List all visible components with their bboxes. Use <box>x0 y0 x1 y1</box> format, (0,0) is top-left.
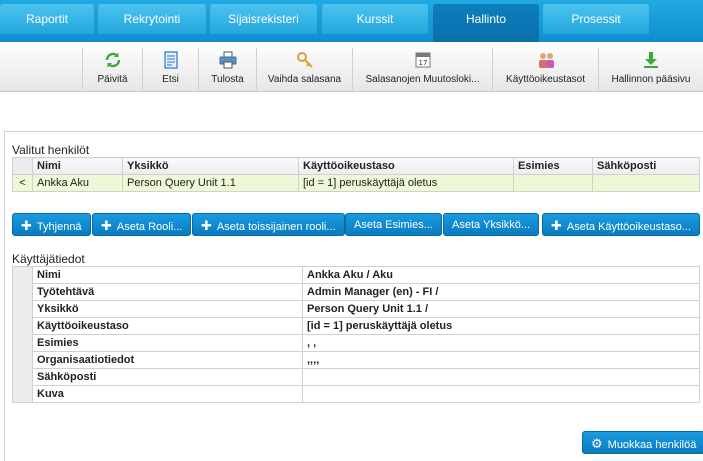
set-access-level-button[interactable]: ✚ Aseta Käyttöoikeustaso... <box>542 213 701 236</box>
password-change-log-button[interactable]: 17 Salasanojen Muutosloki... <box>352 48 492 90</box>
document-search-icon <box>163 51 178 69</box>
user-info-row: Yksikkö Person Query Unit 1.1 / <box>13 300 700 318</box>
column-header[interactable]: Nimi <box>32 157 123 175</box>
table-cell: [id = 1] peruskäyttäjä oletus <box>298 174 514 192</box>
user-info-row: Sähköposti <box>13 368 700 386</box>
user-info-title: Käyttäjätiedot <box>12 252 85 266</box>
table-cell <box>592 174 700 192</box>
user-info-table: Nimi Ankka Aku / Aku Työtehtävä Admin Mana… <box>12 266 700 403</box>
selected-persons-table: Nimi Yksikkö Käyttöoikeustaso Esimies Sä… <box>12 157 700 192</box>
gear-icon: ⚙ <box>591 436 603 451</box>
set-unit-button[interactable]: Aseta Yksikkö... <box>443 213 540 236</box>
selected-persons-title: Valitut henkilöt <box>12 143 90 157</box>
plus-icon: ✚ <box>551 218 562 233</box>
set-role-button[interactable]: ✚ Aseta Rooli... <box>92 213 192 236</box>
user-info-row: Organisaatiotiedot,,,, <box>13 351 700 369</box>
key-icon <box>296 52 313 68</box>
column-header[interactable]: Esimies <box>513 157 593 175</box>
column-header[interactable]: Yksikkö <box>122 157 299 175</box>
admin-home-label: Hallinnon pääsivu <box>611 74 691 85</box>
toolbar: Päivitä Etsi Tulosta Vaihda salasana 17 … <box>0 42 703 92</box>
user-info-row: Nimi Ankka Aku / Aku <box>12 266 700 403</box>
refresh-icon <box>105 52 120 68</box>
main-tab-bar: Raportit Rekrytointi Sijaisrekisteri Kur… <box>0 0 703 42</box>
edit-person-button[interactable]: ⚙ Muokkaa henkilöä <box>582 431 703 454</box>
download-icon <box>644 52 658 68</box>
tab-rekrytointi[interactable]: Rekrytointi <box>98 4 206 34</box>
tab-prosessit[interactable]: Prosessit <box>543 4 649 34</box>
column-header[interactable]: Sähköposti <box>592 157 700 175</box>
user-info-row: Esimies, , <box>13 334 700 352</box>
tab-kurssit[interactable]: Kurssit <box>322 4 428 34</box>
table-header-row: Nimi Yksikkö Käyttöoikeustaso Esimies Sä… <box>12 157 700 175</box>
table-row[interactable]: < Ankka Aku Person Query Unit 1.1 [id = … <box>12 174 700 192</box>
refresh-label: Päivitä <box>97 74 128 85</box>
table-cell: Ankka Aku <box>32 174 123 192</box>
user-info-row: Käyttöoikeustaso [id = 1] peruskäyttäjä o… <box>13 317 700 335</box>
print-label: Tulosta <box>211 74 244 85</box>
table-cell <box>513 174 593 192</box>
plus-icon: ✚ <box>101 218 112 233</box>
printer-icon <box>219 51 236 69</box>
refresh-button[interactable]: Päivitä <box>82 48 142 90</box>
print-button[interactable]: Tulosta <box>198 48 256 90</box>
row-handle[interactable]: < <box>12 174 33 192</box>
change-password-button[interactable]: Vaihda salasana <box>256 48 352 90</box>
tab-hallinto[interactable]: Hallinto <box>433 4 539 42</box>
search-button[interactable]: Etsi <box>142 48 198 90</box>
tab-sijaisrekisteri[interactable]: Sijaisrekisteri <box>210 4 317 34</box>
user-info-row: Kuva <box>13 385 700 403</box>
users-icon <box>538 53 554 68</box>
tab-raportit[interactable]: Raportit <box>0 4 94 34</box>
password-change-log-label: Salasanojen Muutosloki... <box>365 74 480 85</box>
search-label: Etsi <box>162 74 179 85</box>
column-header[interactable]: Käyttöoikeustaso <box>298 157 514 175</box>
table-cell: Person Query Unit 1.1 <box>122 174 299 192</box>
access-levels-button[interactable]: Käyttöoikeustasot <box>492 48 598 90</box>
calendar-icon: 17 <box>415 52 430 68</box>
change-password-label: Vaihda salasana <box>267 74 342 85</box>
admin-home-button[interactable]: Hallinnon pääsivu <box>598 48 703 90</box>
access-levels-label: Käyttöoikeustasot <box>506 74 585 85</box>
set-supervisor-button[interactable]: Aseta Esimies... <box>345 213 442 236</box>
plus-icon: ✚ <box>201 218 212 233</box>
user-info-row: Työtehtävä Admin Manager (en) - FI / <box>13 283 700 301</box>
set-secondary-role-button[interactable]: ✚ Aseta toissijainen rooli... <box>192 213 345 236</box>
svg-text:17: 17 <box>418 59 427 67</box>
clear-button[interactable]: ✚ Tyhjennä <box>12 213 91 236</box>
plus-icon: ✚ <box>21 218 32 233</box>
